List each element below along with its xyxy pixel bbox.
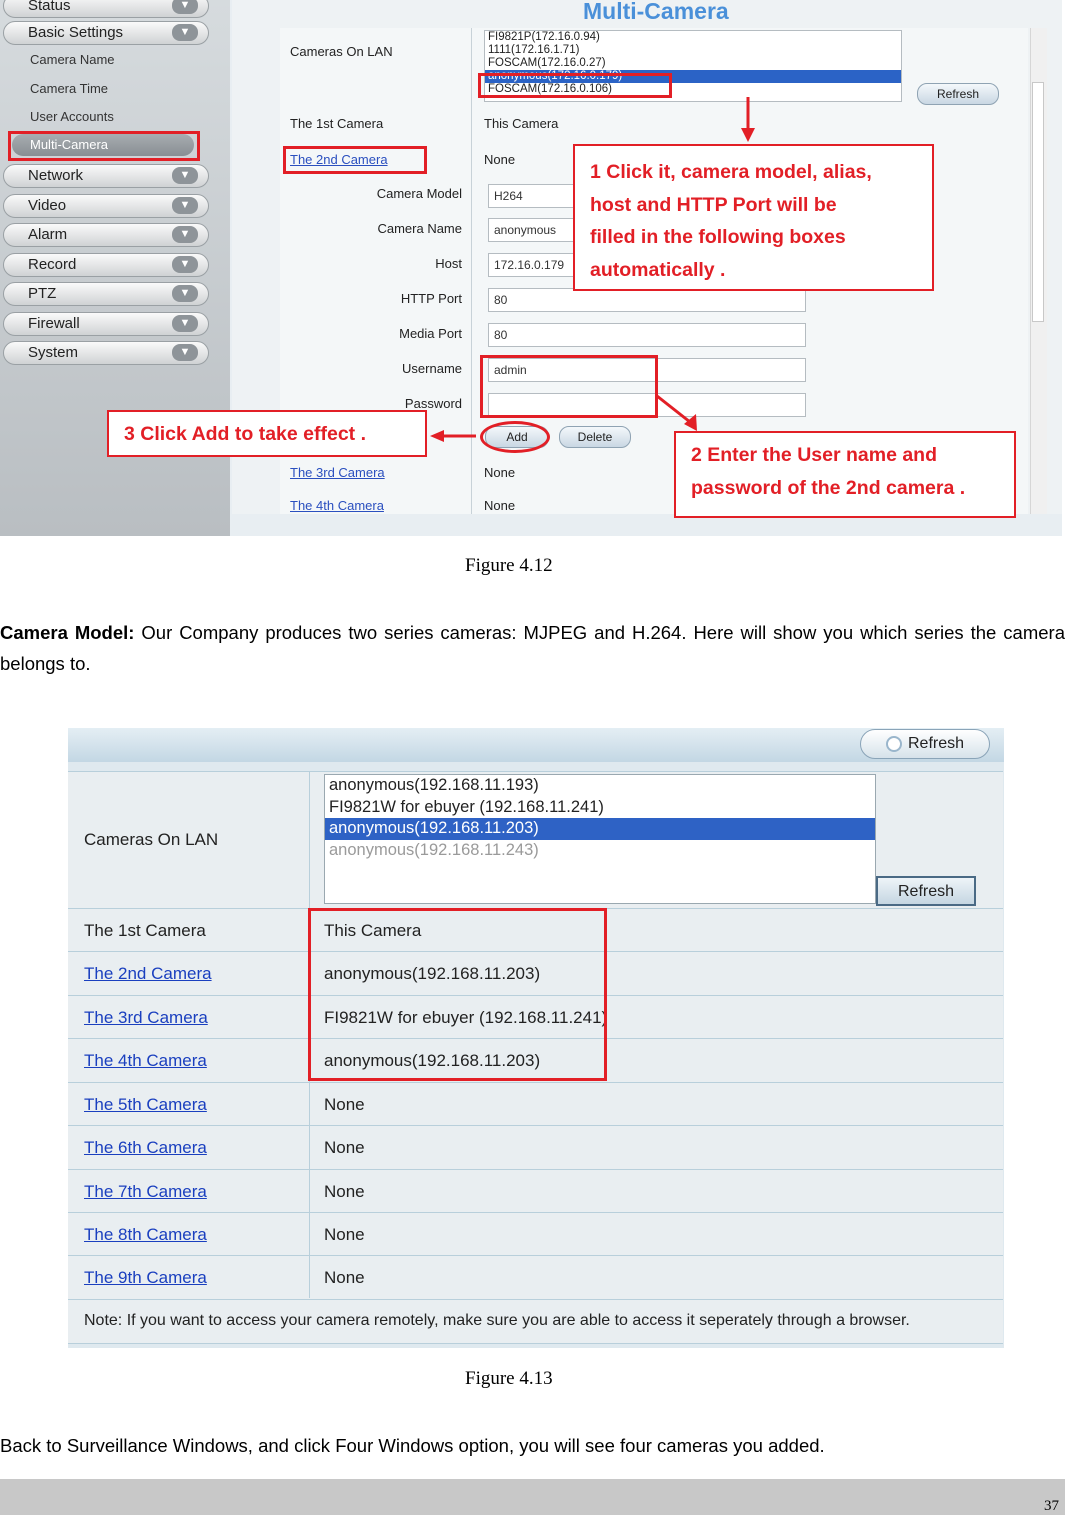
figure-4-13-screenshot: Refresh Cameras On LAN anonymous(192.168… — [68, 728, 1004, 1348]
note-row: Note: If you want to access your camera … — [68, 1299, 1003, 1344]
callout-1-line: host and HTTP Port will be — [590, 193, 837, 216]
callout-step-1: 1 Click it, camera model, alias, host an… — [573, 144, 934, 291]
refresh-button[interactable]: Refresh — [876, 876, 976, 906]
callout-1-line: automatically . — [590, 258, 726, 281]
figure-caption: Figure 4.12 — [465, 555, 553, 576]
note-text: Note: If you want to access your camera … — [84, 1312, 910, 1329]
paragraph-back-to-surveillance: Back to Surveillance Windows, and click … — [0, 1435, 825, 1456]
callout-1-line: 1 Click it, camera model, alias, — [590, 161, 872, 183]
list-item-selected[interactable]: anonymous(192.168.11.203) — [325, 818, 875, 840]
camera-label: The 1st Camera — [84, 921, 206, 940]
lan-camera-list[interactable]: anonymous(192.168.11.193) FI9821W for eb… — [324, 774, 876, 904]
camera-link[interactable]: The 2nd Camera — [84, 964, 212, 984]
camera-value: None — [324, 1095, 365, 1114]
table-row: The 6th Camera None — [68, 1125, 1003, 1170]
paragraph-camera-model: Camera Model: Our Company produces two s… — [0, 617, 1065, 679]
camera-value: None — [324, 1138, 365, 1157]
list-item[interactable]: anonymous(192.168.11.193) — [325, 775, 875, 797]
callout-3-line: 3 Click Add to take effect . — [124, 423, 367, 445]
table-row: The 7th Camera None — [68, 1169, 1003, 1213]
table-row: The 8th Camera None — [68, 1212, 1003, 1256]
page-footer — [0, 1479, 1065, 1515]
paragraph-bold-lead: Camera Model: — [0, 622, 135, 643]
camera-link[interactable]: The 8th Camera — [84, 1225, 207, 1245]
callout-1-line: filled in the following boxes — [590, 226, 846, 248]
camera-link[interactable]: The 6th Camera — [84, 1138, 207, 1158]
table-row: The 5th Camera None — [68, 1082, 1003, 1126]
callout-step-3: 3 Click Add to take effect . — [107, 410, 427, 457]
camera-value: None — [324, 1182, 365, 1201]
camera-link[interactable]: The 4th Camera — [84, 1051, 207, 1071]
camera-link[interactable]: The 5th Camera — [84, 1095, 207, 1115]
top-refresh-label: Refresh — [907, 735, 965, 752]
camera-link[interactable]: The 7th Camera — [84, 1182, 207, 1202]
list-item[interactable]: anonymous(192.168.11.243) — [325, 840, 875, 862]
camera-value: None — [324, 1268, 365, 1287]
paragraph-text: Our Company produces two series cameras:… — [0, 622, 1065, 674]
callout-2-line: password of the 2nd camera . — [691, 476, 966, 499]
camera-link[interactable]: The 3rd Camera — [84, 1008, 208, 1028]
refresh-icon — [885, 735, 902, 752]
cameras-on-lan-label: Cameras On LAN — [84, 830, 219, 849]
callout-step-2: 2 Enter the User name and password of th… — [674, 431, 1016, 518]
table-row: The 9th Camera None — [68, 1255, 1003, 1300]
figure-4-12-screenshot: Status ▼ Basic Settings ▼ Camera Name Came… — [0, 0, 1062, 536]
highlight-assigned-cameras — [308, 908, 607, 1081]
camera-value: None — [324, 1225, 365, 1244]
callout-2-line: 2 Enter the User name and — [691, 444, 937, 466]
list-item[interactable]: FI9821W for ebuyer (192.168.11.241) — [325, 797, 875, 819]
page-number: 37 — [1044, 1498, 1059, 1514]
figure-caption: Figure 4.13 — [465, 1368, 553, 1389]
camera-link[interactable]: The 9th Camera — [84, 1268, 207, 1288]
top-refresh-button[interactable]: Refresh — [860, 729, 990, 759]
